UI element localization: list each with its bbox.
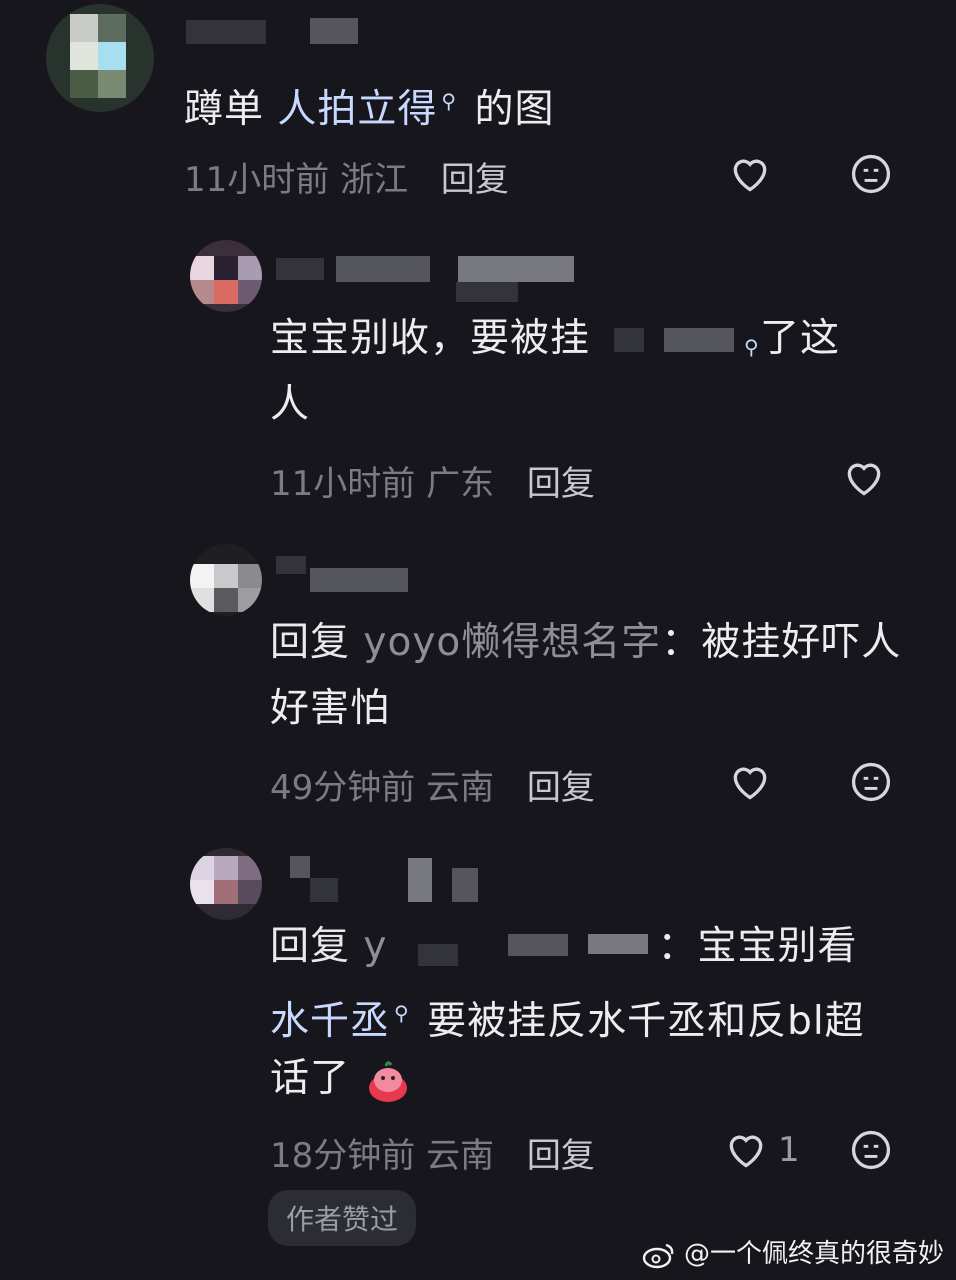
like-count: 1	[778, 1130, 800, 1170]
avatar[interactable]	[46, 4, 154, 112]
comment-text: 回复 yoyo懒得想名字：被挂好吓人	[270, 610, 901, 676]
comment-text-part: ：被挂好吓人	[661, 620, 902, 665]
search-link-text: 人拍立得	[277, 87, 438, 132]
comment-text-line: 人	[270, 382, 311, 427]
username-blurred[interactable]	[276, 258, 324, 280]
search-link-text: 水千丞	[270, 999, 391, 1044]
avatar[interactable]	[190, 848, 262, 920]
neutral-face-icon[interactable]	[849, 152, 893, 196]
comment-text-part: 蹲单	[184, 87, 278, 132]
username-blurred	[336, 256, 430, 282]
comment-text: 水千丞 ⚲ 要被挂反水千丞和反bl超	[270, 980, 865, 1055]
search-link[interactable]: 人拍立得 ⚲	[277, 87, 461, 132]
heart-icon[interactable]	[728, 760, 772, 804]
timestamp: 11小时前	[270, 464, 416, 504]
search-icon: ⚲	[441, 89, 458, 113]
comment-text: 回复 y ：宝宝别看	[270, 914, 858, 980]
location: 云南	[426, 768, 495, 808]
location: 云南	[426, 1136, 495, 1176]
comment-meta: 11小时前 广东 回复	[270, 456, 595, 505]
username-blurred	[310, 878, 338, 902]
heart-icon[interactable]	[842, 456, 886, 500]
heart-icon[interactable]	[728, 152, 772, 196]
comment-text-part: 宝宝别收，要被挂	[270, 316, 591, 361]
heart-icon[interactable]	[724, 1128, 768, 1172]
comment-text: 宝宝别收，要被挂 ⚲ 了这	[270, 306, 840, 372]
cute-emoji-icon	[369, 1060, 408, 1102]
username-blurred[interactable]	[290, 856, 310, 878]
timestamp: 49分钟前	[270, 768, 416, 808]
username-blurred[interactable]	[186, 20, 266, 44]
comment-text-part: 了这	[760, 316, 841, 361]
username-blurred	[310, 568, 408, 592]
weibo-icon	[642, 1243, 674, 1268]
location: 浙江	[340, 160, 409, 200]
reply-target-username[interactable]: y	[363, 924, 387, 969]
username-blurred	[310, 18, 358, 44]
avatar[interactable]	[190, 544, 262, 616]
username-blurred	[408, 858, 432, 902]
location: 广东	[426, 464, 495, 504]
comment-text-part: 的图	[461, 87, 555, 132]
avatar[interactable]	[190, 240, 262, 312]
search-icon: ⚲	[394, 1001, 410, 1025]
comment-text-part: 要被挂反水千丞和反bl超	[413, 999, 865, 1044]
username-blurred	[452, 868, 478, 902]
neutral-face-icon[interactable]	[849, 1128, 893, 1172]
comment-text-line: 好害怕	[270, 686, 391, 731]
reply-target-username[interactable]: yoyo懒得想名字	[363, 620, 661, 665]
username-blurred	[456, 282, 518, 302]
watermark-text: @一个佩终真的很奇妙	[683, 1239, 944, 1269]
neutral-face-icon[interactable]	[849, 760, 893, 804]
redacted-username	[388, 933, 658, 966]
username-blurred[interactable]	[276, 556, 306, 574]
reply-prefix: 回复	[270, 620, 364, 665]
comment-meta: 11小时前 浙江 回复	[184, 152, 509, 201]
weibo-watermark: @一个佩终真的很奇妙	[642, 1233, 944, 1270]
comment-meta: 49分钟前 云南 回复	[270, 760, 595, 809]
reply-prefix: 回复	[270, 924, 364, 969]
comment-text-part: 话了	[270, 1056, 351, 1101]
reply-button[interactable]: 回复	[527, 1136, 595, 1176]
timestamp: 18分钟前	[270, 1136, 416, 1176]
author-liked-badge: 作者赞过	[268, 1190, 417, 1246]
username-blurred	[458, 256, 574, 282]
comment-text-part: ：宝宝别看	[657, 924, 858, 969]
reply-button[interactable]: 回复	[527, 464, 595, 504]
reply-button[interactable]: 回复	[441, 160, 509, 200]
reply-button[interactable]: 回复	[527, 768, 595, 808]
redacted-link[interactable]: ⚲	[590, 327, 760, 359]
comment-meta: 18分钟前 云南 回复	[270, 1128, 595, 1177]
search-link[interactable]: 水千丞 ⚲	[270, 999, 414, 1044]
comment-text: 蹲单 人拍立得 ⚲ 的图	[184, 68, 554, 143]
timestamp: 11小时前	[184, 160, 330, 200]
comment-text: 话了	[270, 1046, 413, 1112]
